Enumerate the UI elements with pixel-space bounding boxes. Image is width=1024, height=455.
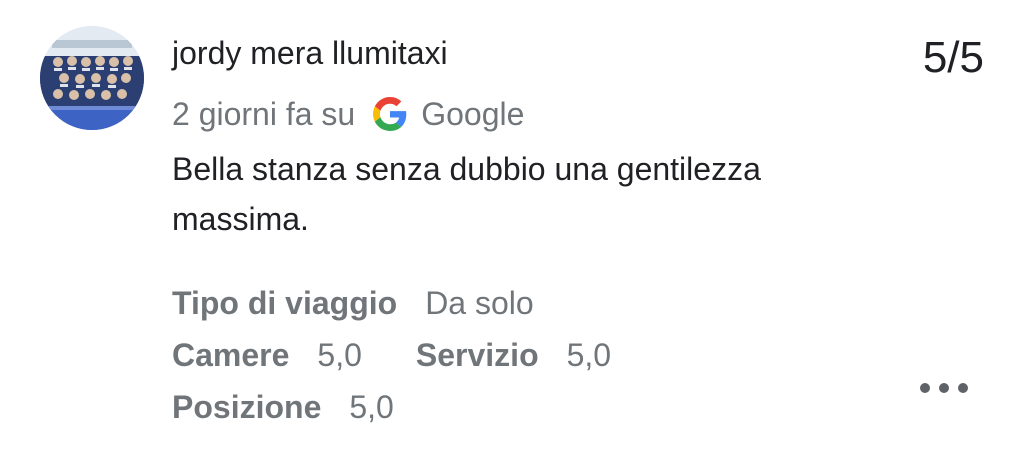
rooms-label: Camere <box>172 336 290 373</box>
reviewer-name[interactable]: jordy mera llumitaxi <box>172 33 448 73</box>
review-time: 2 giorni fa su <box>172 95 356 132</box>
review-text: Bella stanza senza dubbio una gentilezza… <box>172 151 761 237</box>
location-value: 5,0 <box>349 388 394 425</box>
team-photo-avatar <box>40 26 144 130</box>
rating-score: 5/5 <box>922 33 984 82</box>
trip-type-row: Tipo di viaggio Da solo <box>172 277 611 329</box>
ratings-row: Camere 5,0 Servizio 5,0 <box>172 329 611 381</box>
more-options-button[interactable] <box>920 376 968 400</box>
trip-type-label: Tipo di viaggio <box>172 284 398 321</box>
location-label: Posizione <box>172 388 322 425</box>
reviewer-avatar[interactable] <box>40 26 144 130</box>
more-horizontal-icon <box>920 383 930 393</box>
google-g-icon <box>373 97 407 131</box>
service-label: Servizio <box>415 336 539 373</box>
trip-type-value: Da solo <box>425 284 534 321</box>
review-meta: 2 giorni fa su Google <box>172 94 524 134</box>
service-value: 5,0 <box>566 336 612 373</box>
rooms-value: 5,0 <box>317 336 362 373</box>
review-source: Google <box>421 95 525 132</box>
review-details: Tipo di viaggio Da solo Camere 5,0 Servi… <box>172 277 611 433</box>
location-row: Posizione 5,0 <box>172 381 611 433</box>
